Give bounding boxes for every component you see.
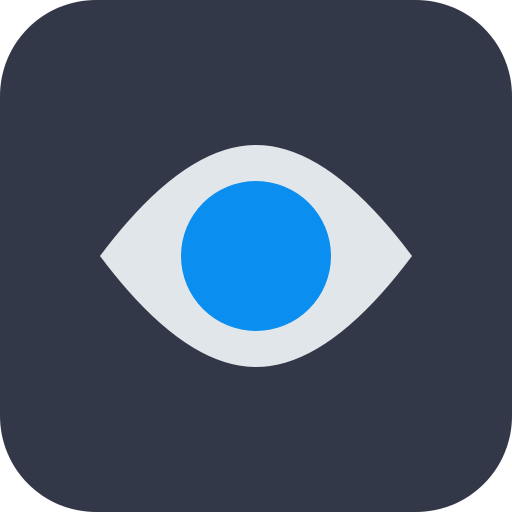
- app-icon[interactable]: [0, 0, 512, 512]
- eye-iris: [181, 181, 331, 331]
- eye-icon-svg: [0, 0, 512, 512]
